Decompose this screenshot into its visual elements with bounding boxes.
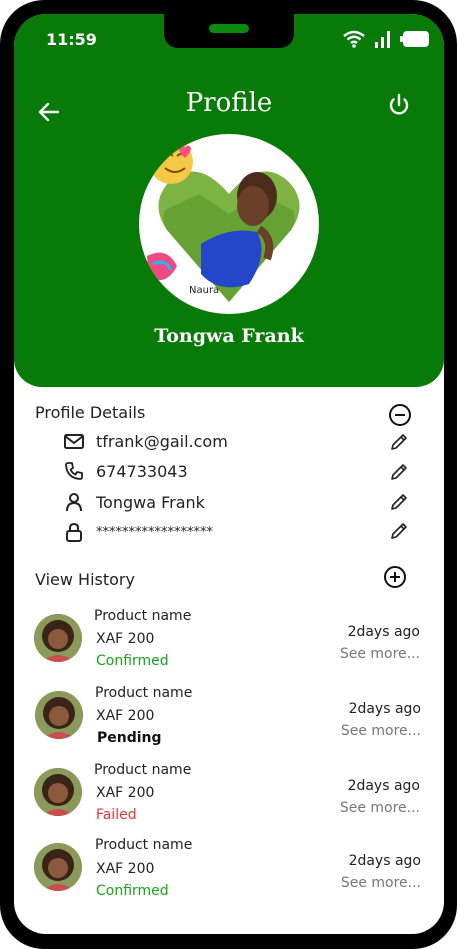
product-thumbnail [34,843,82,891]
product-thumbnail [34,614,82,662]
time-ago: 2days ago [348,853,421,869]
battery-icon [400,31,429,47]
profile-details-title: Profile Details [35,403,146,422]
product-thumbnail [35,691,83,739]
see-more-link[interactable]: See more... [341,875,421,891]
product-name: Product name [94,608,192,624]
phone-frame: 11:59 Profile Naura Tongwa Frank Profile… [0,0,457,949]
history-item[interactable]: Product name XAF 200 Confirmed 2days ago… [34,608,424,678]
email-value: tfrank@gail.com [96,431,228,451]
time-ago: 2days ago [347,624,420,640]
expand-plus-icon[interactable] [383,565,407,589]
product-name: Product name [95,837,193,853]
see-more-link[interactable]: See more... [340,646,420,662]
edit-password-pencil-icon[interactable] [389,521,409,541]
mail-icon [64,434,84,449]
profile-header: 11:59 Profile Naura Tongwa Frank [14,14,444,387]
product-name: Product name [94,762,192,778]
password-value: ****************** [96,524,213,540]
notch-speaker [209,24,249,33]
collapse-minus-icon[interactable] [388,403,412,427]
time-ago: 2days ago [347,778,420,794]
wifi-icon [343,30,365,48]
signal-icon [375,31,390,48]
name-row: Tongwa Frank [64,489,205,515]
email-row: tfrank@gail.com [64,428,228,454]
user-name: Tongwa Frank [154,325,304,347]
history-item[interactable]: Product name XAF 200 Confirmed 2days ago… [34,837,424,907]
product-name: Product name [95,685,193,701]
product-thumbnail [34,768,82,816]
phone-row: 674733043 [64,458,188,484]
status-confirmed: Confirmed [96,883,169,899]
profile-avatar[interactable]: Naura [139,134,319,314]
status-time: 11:59 [46,30,97,49]
view-history-title: View History [35,570,135,589]
product-price: XAF 200 [96,708,155,724]
product-price: XAF 200 [96,785,155,801]
photo-badge-text: Naura [189,285,219,296]
edit-phone-pencil-icon[interactable] [389,462,409,482]
history-item[interactable]: Product name XAF 200 Pending 2days ago S… [34,685,424,755]
status-icons [342,30,430,48]
phone-value: 674733043 [96,461,188,481]
phone-icon [65,462,83,480]
password-row: ****************** [64,519,213,545]
name-value: Tongwa Frank [96,492,205,512]
see-more-link[interactable]: See more... [340,800,420,816]
status-confirmed: Confirmed [96,653,169,669]
history-item[interactable]: Product name XAF 200 Failed 2days ago Se… [34,762,424,832]
status-failed: Failed [96,807,137,823]
product-price: XAF 200 [96,861,155,877]
see-more-link[interactable]: See more... [341,723,421,739]
user-icon [66,493,82,512]
edit-email-pencil-icon[interactable] [389,432,409,452]
screen: 11:59 Profile Naura Tongwa Frank Profile… [14,14,444,934]
status-pending: Pending [97,730,162,746]
page-title: Profile [185,88,273,118]
edit-name-pencil-icon[interactable] [389,492,409,512]
time-ago: 2days ago [348,701,421,717]
product-price: XAF 200 [96,631,155,647]
lock-icon [66,522,82,542]
power-icon[interactable] [386,92,412,118]
profile-photo: Naura [147,140,300,302]
